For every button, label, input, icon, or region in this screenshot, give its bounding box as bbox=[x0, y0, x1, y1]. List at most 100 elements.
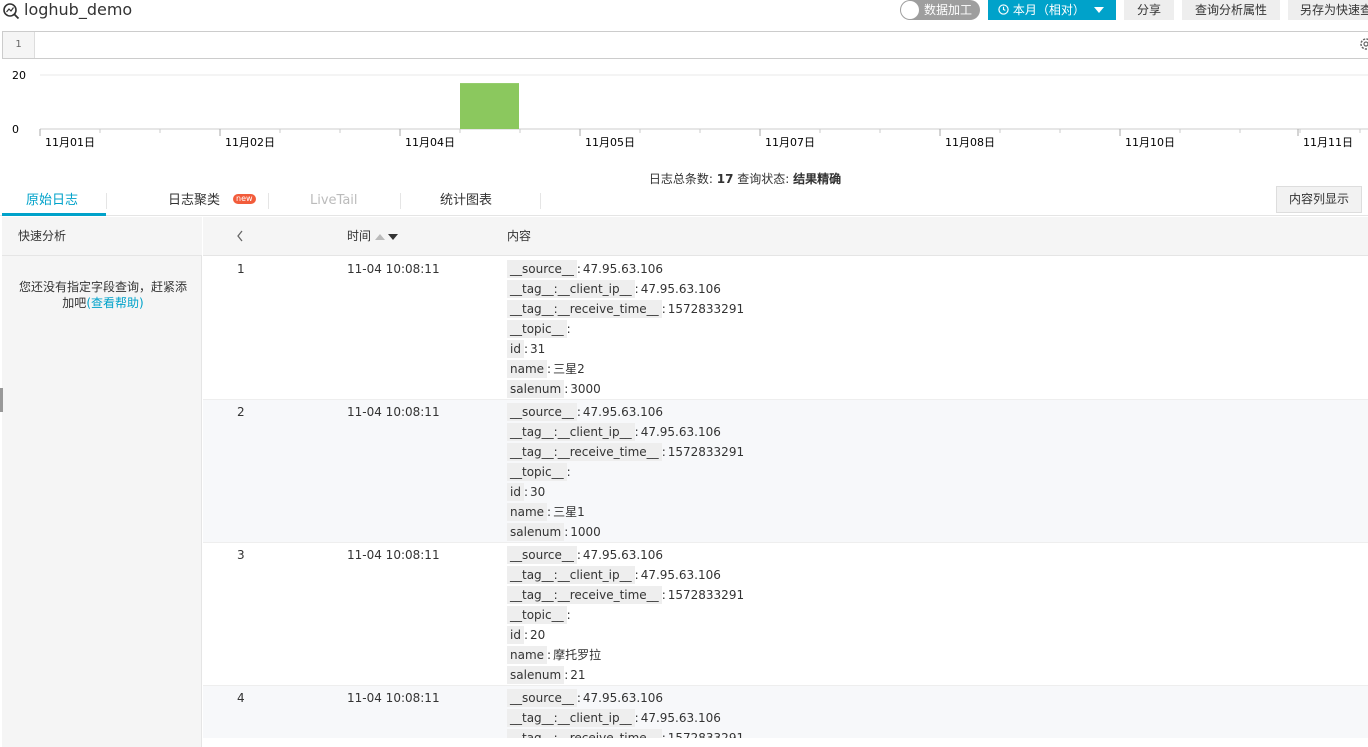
tab-log-clustering[interactable]: 日志聚类 bbox=[168, 192, 220, 210]
field-value[interactable]: 47.95.63.106 bbox=[641, 282, 721, 296]
log-field: __tag__:__receive_time__:1572833291 bbox=[507, 442, 744, 462]
sort-icon[interactable] bbox=[375, 232, 401, 242]
field-separator: : bbox=[634, 568, 639, 582]
page-title: loghub_demo bbox=[24, 0, 133, 19]
field-value[interactable]: 三星2 bbox=[553, 362, 585, 376]
tab-divider bbox=[106, 193, 107, 209]
share-button[interactable]: 分享 bbox=[1124, 0, 1174, 20]
toggle-knob bbox=[901, 1, 919, 19]
field-key[interactable]: name bbox=[507, 360, 548, 378]
field-value[interactable]: 47.95.63.106 bbox=[583, 548, 663, 562]
chevron-left-icon[interactable] bbox=[235, 229, 245, 243]
field-separator: : bbox=[523, 628, 528, 642]
field-key[interactable]: salenum bbox=[507, 523, 565, 541]
field-value[interactable]: 3000 bbox=[570, 382, 601, 396]
field-key[interactable]: __source__ bbox=[507, 260, 577, 278]
toggle-label: 数据加工 bbox=[924, 3, 973, 17]
field-separator: : bbox=[576, 262, 581, 276]
log-field: __source__:47.95.63.106 bbox=[507, 259, 744, 279]
field-value[interactable]: 1572833291 bbox=[668, 445, 744, 459]
gear-icon[interactable] bbox=[1358, 36, 1368, 52]
log-histogram: 20 0 11月01日 11月02日 11月04日 11月05日 11月07日 11月08日 1… bbox=[12, 69, 1368, 149]
log-field: name: 摩托罗拉 bbox=[507, 645, 744, 665]
field-value[interactable]: 31 bbox=[530, 342, 545, 356]
time-range-button[interactable]: 本月（相对） bbox=[988, 0, 1116, 20]
field-key[interactable]: id bbox=[507, 626, 524, 644]
help-link[interactable]: (查看帮助) bbox=[86, 296, 143, 310]
field-value[interactable]: 1572833291 bbox=[668, 302, 744, 316]
logstore-search-icon bbox=[3, 3, 20, 20]
tab-livetail[interactable]: LiveTail bbox=[310, 192, 358, 210]
field-value[interactable]: 1000 bbox=[570, 525, 601, 539]
panel-resize-handle[interactable] bbox=[0, 388, 3, 412]
content-column-display-button[interactable]: 内容列显示 bbox=[1276, 186, 1362, 213]
field-value[interactable]: 1572833291 bbox=[668, 588, 744, 602]
field-separator: : bbox=[547, 362, 552, 376]
quick-analysis-title: 快速分析 bbox=[2, 217, 202, 256]
field-key[interactable]: __tag__:__receive_time__ bbox=[507, 300, 662, 318]
field-value[interactable]: 20 bbox=[530, 628, 545, 642]
field-key[interactable]: __topic__ bbox=[507, 606, 567, 624]
field-separator: : bbox=[661, 302, 666, 316]
field-key[interactable]: __source__ bbox=[507, 403, 577, 421]
tab-statistics-chart[interactable]: 统计图表 bbox=[440, 192, 492, 210]
field-key[interactable]: __tag__:__client_ip__ bbox=[507, 566, 635, 584]
field-value[interactable]: 47.95.63.106 bbox=[641, 425, 721, 439]
field-value[interactable]: 21 bbox=[570, 668, 585, 682]
query-state-value: 结果精确 bbox=[793, 172, 842, 186]
field-key[interactable]: name bbox=[507, 503, 548, 521]
log-field: __tag__:__client_ip__:47.95.63.106 bbox=[507, 279, 744, 299]
query-editor[interactable]: 1 bbox=[2, 31, 1368, 59]
field-separator: : bbox=[566, 608, 571, 622]
field-key[interactable]: salenum bbox=[507, 666, 565, 684]
histogram-bar[interactable] bbox=[460, 83, 519, 129]
field-value[interactable]: 30 bbox=[530, 485, 545, 499]
field-key[interactable]: __source__ bbox=[507, 689, 577, 707]
field-key[interactable]: __tag__:__client_ip__ bbox=[507, 709, 635, 727]
x-tick-label: 11月10日 bbox=[1125, 136, 1175, 149]
query-properties-button[interactable]: 查询分析属性 bbox=[1182, 0, 1280, 20]
field-key[interactable]: salenum bbox=[507, 380, 565, 398]
field-key[interactable]: name bbox=[507, 646, 548, 664]
log-field: name: 三星2 bbox=[507, 359, 744, 379]
field-key[interactable]: id bbox=[507, 483, 524, 501]
field-separator: : bbox=[661, 588, 666, 602]
row-time: 11-04 10:08:11 bbox=[347, 548, 440, 562]
x-tick-label: 11月02日 bbox=[225, 136, 275, 149]
row-time: 11-04 10:08:11 bbox=[347, 405, 440, 419]
field-value[interactable]: 47.95.63.106 bbox=[583, 262, 663, 276]
field-key[interactable]: __topic__ bbox=[507, 463, 567, 481]
field-value[interactable]: 47.95.63.106 bbox=[583, 691, 663, 705]
field-key[interactable]: __tag__:__receive_time__ bbox=[507, 586, 662, 604]
field-value[interactable]: 47.95.63.106 bbox=[641, 711, 721, 725]
x-tick-label: 11月11日 bbox=[1303, 136, 1353, 149]
log-field: __source__:47.95.63.106 bbox=[507, 545, 744, 565]
field-value[interactable]: 三星1 bbox=[553, 505, 585, 519]
field-value[interactable]: 47.95.63.106 bbox=[583, 405, 663, 419]
field-key[interactable]: id bbox=[507, 340, 524, 358]
tab-raw-logs[interactable]: 原始日志 bbox=[26, 192, 78, 210]
x-tick-label: 11月07日 bbox=[765, 136, 815, 149]
field-key[interactable]: __topic__ bbox=[507, 320, 567, 338]
x-tick-label: 11月05日 bbox=[585, 136, 635, 149]
field-key[interactable]: __tag__:__client_ip__ bbox=[507, 280, 635, 298]
field-separator: : bbox=[564, 382, 569, 396]
field-value[interactable]: 47.95.63.106 bbox=[641, 568, 721, 582]
log-field: __source__:47.95.63.106 bbox=[507, 402, 744, 422]
field-key[interactable]: __tag__:__client_ip__ bbox=[507, 423, 635, 441]
field-key[interactable]: __source__ bbox=[507, 546, 577, 564]
x-tick-label: 11月01日 bbox=[45, 136, 95, 149]
log-field: __topic__: bbox=[507, 319, 744, 339]
field-key[interactable]: __tag__:__receive_time__ bbox=[507, 443, 662, 461]
table-row: 1 11-04 10:08:11 __source__:47.95.63.106 __… bbox=[203, 257, 1368, 400]
data-processing-toggle[interactable]: 数据加工 bbox=[900, 0, 980, 20]
log-field: __tag__:__client_ip__:47.95.63.106 bbox=[507, 565, 744, 585]
chevron-down-icon bbox=[1094, 7, 1104, 13]
field-value[interactable]: 摩托罗拉 bbox=[553, 648, 601, 662]
field-separator: : bbox=[576, 405, 581, 419]
save-as-quick-query-button[interactable]: 另存为快速查询 bbox=[1288, 0, 1368, 20]
time-column-header[interactable]: 时间 bbox=[347, 217, 371, 256]
x-tick-label: 11月08日 bbox=[945, 136, 995, 149]
query-state-label: 查询状态: bbox=[737, 172, 790, 186]
y-tick-label: 0 bbox=[12, 123, 19, 136]
